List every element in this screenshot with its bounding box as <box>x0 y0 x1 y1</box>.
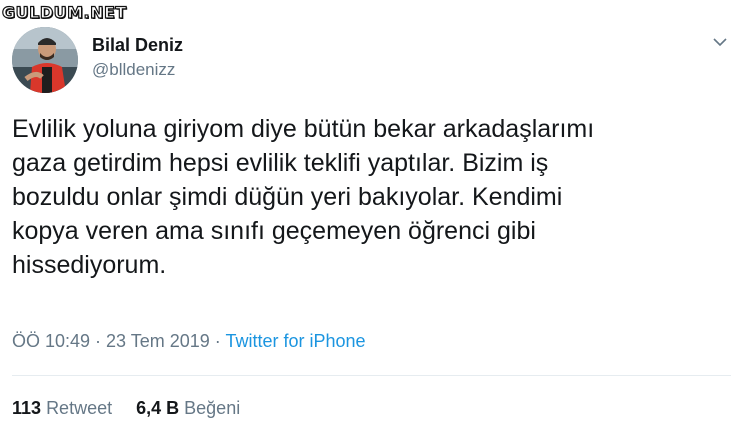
avatar[interactable] <box>12 27 78 93</box>
tweet-time[interactable]: ÖÖ 10:49 <box>12 331 90 351</box>
tweet-meta: ÖÖ 10:49 · 23 Tem 2019 · Twitter for iPh… <box>12 330 366 352</box>
site-watermark: GULDUM.NET <box>1 2 127 22</box>
meta-separator: · <box>209 331 226 351</box>
retweets-count: 113 <box>12 398 42 418</box>
tweet-text: Evlilik yoluna giriyom diye bütün bekar … <box>12 115 595 279</box>
user-handle[interactable]: @blldenizz <box>92 59 183 81</box>
retweets-stat[interactable]: 113 Retweet <box>12 398 112 418</box>
author-block[interactable]: Bilal Deniz @blldenizz <box>92 34 183 81</box>
meta-separator: · <box>90 331 107 351</box>
likes-count: 6,4 B <box>136 398 180 418</box>
tweet-stats: 113 Retweet 6,4 B Beğeni <box>12 397 240 419</box>
tweet-date[interactable]: 23 Tem 2019 <box>106 331 210 351</box>
likes-label: Beğeni <box>184 398 241 418</box>
retweets-label: Retweet <box>46 398 113 418</box>
tweet-source-link[interactable]: Twitter for iPhone <box>225 331 365 351</box>
display-name[interactable]: Bilal Deniz <box>92 34 183 56</box>
chevron-down-icon[interactable] <box>713 37 727 47</box>
avatar-photo <box>12 27 78 93</box>
divider <box>12 375 731 376</box>
likes-stat[interactable]: 6,4 B Beğeni <box>136 398 240 418</box>
